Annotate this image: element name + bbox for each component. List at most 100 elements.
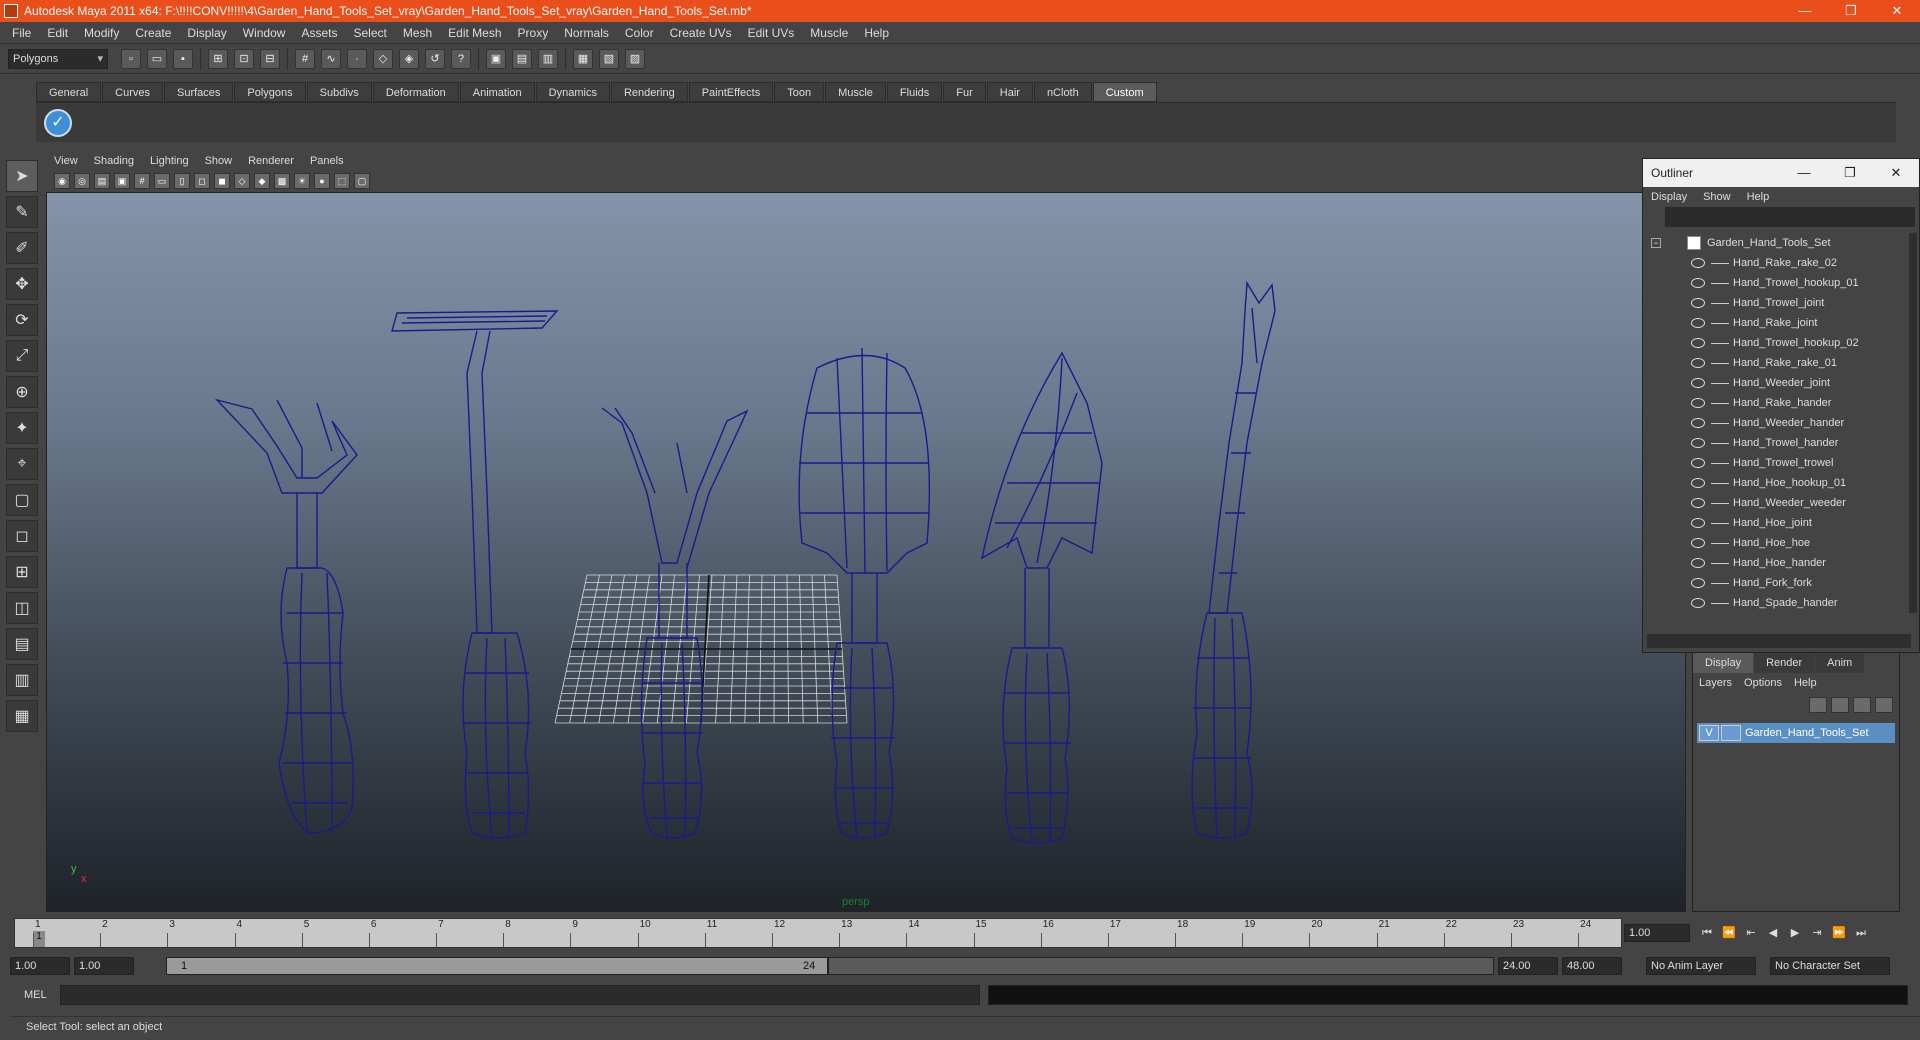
outliner-menu-display[interactable]: Display: [1643, 191, 1695, 203]
play-forward-button[interactable]: ▶: [1784, 924, 1806, 942]
outliner-menu-help[interactable]: Help: [1739, 191, 1778, 203]
menu-normals[interactable]: Normals: [556, 26, 617, 40]
show-manipulator-icon[interactable]: ⌖: [6, 448, 38, 480]
outliner-filter-field[interactable]: [1665, 207, 1915, 227]
outliner-root-item[interactable]: − Garden_Hand_Tools_Set: [1643, 233, 1913, 253]
shelf-tab-general[interactable]: General: [36, 82, 102, 102]
outliner-item[interactable]: Hand_Trowel_trowel: [1643, 453, 1913, 473]
panel-menu-view[interactable]: View: [46, 155, 86, 167]
shelf-tab-toon[interactable]: Toon: [774, 82, 825, 102]
shelf-tab-curves[interactable]: Curves: [102, 82, 163, 102]
menu-file[interactable]: File: [4, 26, 39, 40]
current-frame-marker[interactable]: 1: [33, 931, 45, 947]
camera-select-icon[interactable]: ◉: [54, 173, 70, 189]
shelf-tab-hair[interactable]: Hair: [986, 82, 1033, 102]
select-object-icon[interactable]: ⊡: [234, 48, 254, 69]
layout-script-icon[interactable]: ▦: [6, 700, 38, 732]
shelf-tab-deformation[interactable]: Deformation: [372, 82, 459, 102]
layer-menu-help[interactable]: Help: [1788, 677, 1823, 689]
go-to-end-button[interactable]: ⏭: [1850, 924, 1872, 942]
panel-menu-renderer[interactable]: Renderer: [240, 155, 302, 167]
menu-edit[interactable]: Edit: [39, 26, 76, 40]
panel-menu-show[interactable]: Show: [197, 155, 241, 167]
anim-layer-dropdown[interactable]: No Anim Layer: [1646, 957, 1756, 975]
render-frame-icon[interactable]: ▣: [486, 48, 506, 69]
menu-modify[interactable]: Modify: [76, 26, 127, 40]
shelf-tab-fluids[interactable]: Fluids: [886, 82, 943, 102]
menu-muscle[interactable]: Muscle: [802, 26, 856, 40]
wireframe-icon[interactable]: ◇: [234, 173, 250, 189]
lasso-tool-icon[interactable]: ✎: [6, 196, 38, 228]
menu-assets[interactable]: Assets: [293, 26, 345, 40]
shelf-tab-surfaces[interactable]: Surfaces: [163, 82, 234, 102]
render-settings-icon[interactable]: ▥: [538, 48, 558, 69]
resolution-gate-icon[interactable]: ▯: [174, 173, 190, 189]
shadows-icon[interactable]: ●: [314, 173, 330, 189]
shelf-tab-polygons[interactable]: Polygons: [234, 82, 306, 102]
menu-create[interactable]: Create: [127, 26, 179, 40]
layout-persp-outliner-icon[interactable]: ◫: [6, 592, 38, 624]
shelf-tab-rendering[interactable]: Rendering: [610, 82, 688, 102]
menu-set-dropdown[interactable]: Polygons: [8, 48, 108, 69]
panel-menu-lighting[interactable]: Lighting: [142, 155, 197, 167]
rotate-tool-icon[interactable]: ⟳: [6, 304, 38, 336]
time-slider[interactable]: 1 1 2 3 4 5 6 7 8 9 10 11 12 13 14 15 16 17 18 19 20 21 22 23 2…: [14, 918, 1622, 948]
current-time-field[interactable]: 1.00: [1624, 924, 1690, 942]
shelf-tab-animation[interactable]: Animation: [459, 82, 535, 102]
playback-end-field[interactable]: 24.00: [1498, 957, 1558, 975]
outliner-item[interactable]: Hand_Trowel_hookup_01: [1643, 273, 1913, 293]
layer-tab-render[interactable]: Render: [1754, 653, 1815, 673]
step-back-frame-button[interactable]: ⇤: [1740, 924, 1762, 942]
shelf-tab-muscle[interactable]: Muscle: [825, 82, 886, 102]
outliner-item[interactable]: Hand_Hoe_hander: [1643, 553, 1913, 573]
step-back-key-button[interactable]: ⏪: [1718, 924, 1740, 942]
layout-graph-icon[interactable]: ▤: [6, 628, 38, 660]
character-set-dropdown[interactable]: No Character Set: [1770, 957, 1890, 975]
film-gate-icon[interactable]: ▭: [154, 173, 170, 189]
outliner-item[interactable]: Hand_Rake_rake_02: [1643, 253, 1913, 273]
shelf-tab-fur[interactable]: Fur: [943, 82, 986, 102]
save-scene-icon[interactable]: ▪: [173, 48, 193, 69]
outliner-maximize-button[interactable]: ❐: [1827, 159, 1873, 187]
outliner-item[interactable]: Hand_Hoe_hoe: [1643, 533, 1913, 553]
outliner-close-button[interactable]: ✕: [1873, 159, 1919, 187]
outliner-item[interactable]: Hand_Hoe_hookup_01: [1643, 473, 1913, 493]
minimize-button[interactable]: —: [1782, 0, 1828, 22]
new-layer-icon[interactable]: [1853, 697, 1871, 713]
outliner-item[interactable]: Hand_Weeder_weeder: [1643, 493, 1913, 513]
snap-plane-icon[interactable]: ◇: [373, 48, 393, 69]
move-layer-down-icon[interactable]: [1831, 697, 1849, 713]
layer-type-toggle[interactable]: [1721, 725, 1741, 741]
select-hierarchy-icon[interactable]: ⊞: [208, 48, 228, 69]
attribute-editor-icon[interactable]: ▦: [573, 48, 593, 69]
collapse-icon[interactable]: −: [1651, 238, 1661, 248]
image-plane-icon[interactable]: ▣: [114, 173, 130, 189]
menu-help[interactable]: Help: [856, 26, 897, 40]
maximize-button[interactable]: ❐: [1828, 0, 1874, 22]
menu-color[interactable]: Color: [617, 26, 662, 40]
menu-edit-uvs[interactable]: Edit UVs: [740, 26, 803, 40]
mel-input[interactable]: [60, 985, 980, 1005]
layer-menu-options[interactable]: Options: [1738, 677, 1788, 689]
layer-visibility-toggle[interactable]: V: [1699, 725, 1719, 741]
ipr-render-icon[interactable]: ▤: [512, 48, 532, 69]
go-to-start-button[interactable]: ⏮: [1696, 924, 1718, 942]
new-scene-icon[interactable]: ▫: [121, 48, 141, 69]
menu-window[interactable]: Window: [235, 26, 294, 40]
menu-create-uvs[interactable]: Create UVs: [662, 26, 740, 40]
outliner-item[interactable]: Hand_Trowel_hander: [1643, 433, 1913, 453]
play-backward-button[interactable]: ◀: [1762, 924, 1784, 942]
grid-toggle-icon[interactable]: #: [134, 173, 150, 189]
menu-display[interactable]: Display: [179, 26, 234, 40]
lights-icon[interactable]: ☀: [294, 173, 310, 189]
animation-start-field[interactable]: 1.00: [10, 957, 70, 975]
outliner-item[interactable]: Hand_Rake_hander: [1643, 393, 1913, 413]
menu-mesh[interactable]: Mesh: [395, 26, 440, 40]
select-tool-icon[interactable]: ➤: [6, 160, 38, 192]
outliner-item[interactable]: Hand_Weeder_hander: [1643, 413, 1913, 433]
range-slider[interactable]: 1 24: [166, 957, 828, 975]
checkmark-icon[interactable]: ✓: [44, 109, 72, 137]
shelf-tab-ncloth[interactable]: nCloth: [1033, 82, 1092, 102]
manipulator-icon[interactable]: ⊕: [6, 376, 38, 408]
snap-surface-icon[interactable]: ◈: [399, 48, 419, 69]
